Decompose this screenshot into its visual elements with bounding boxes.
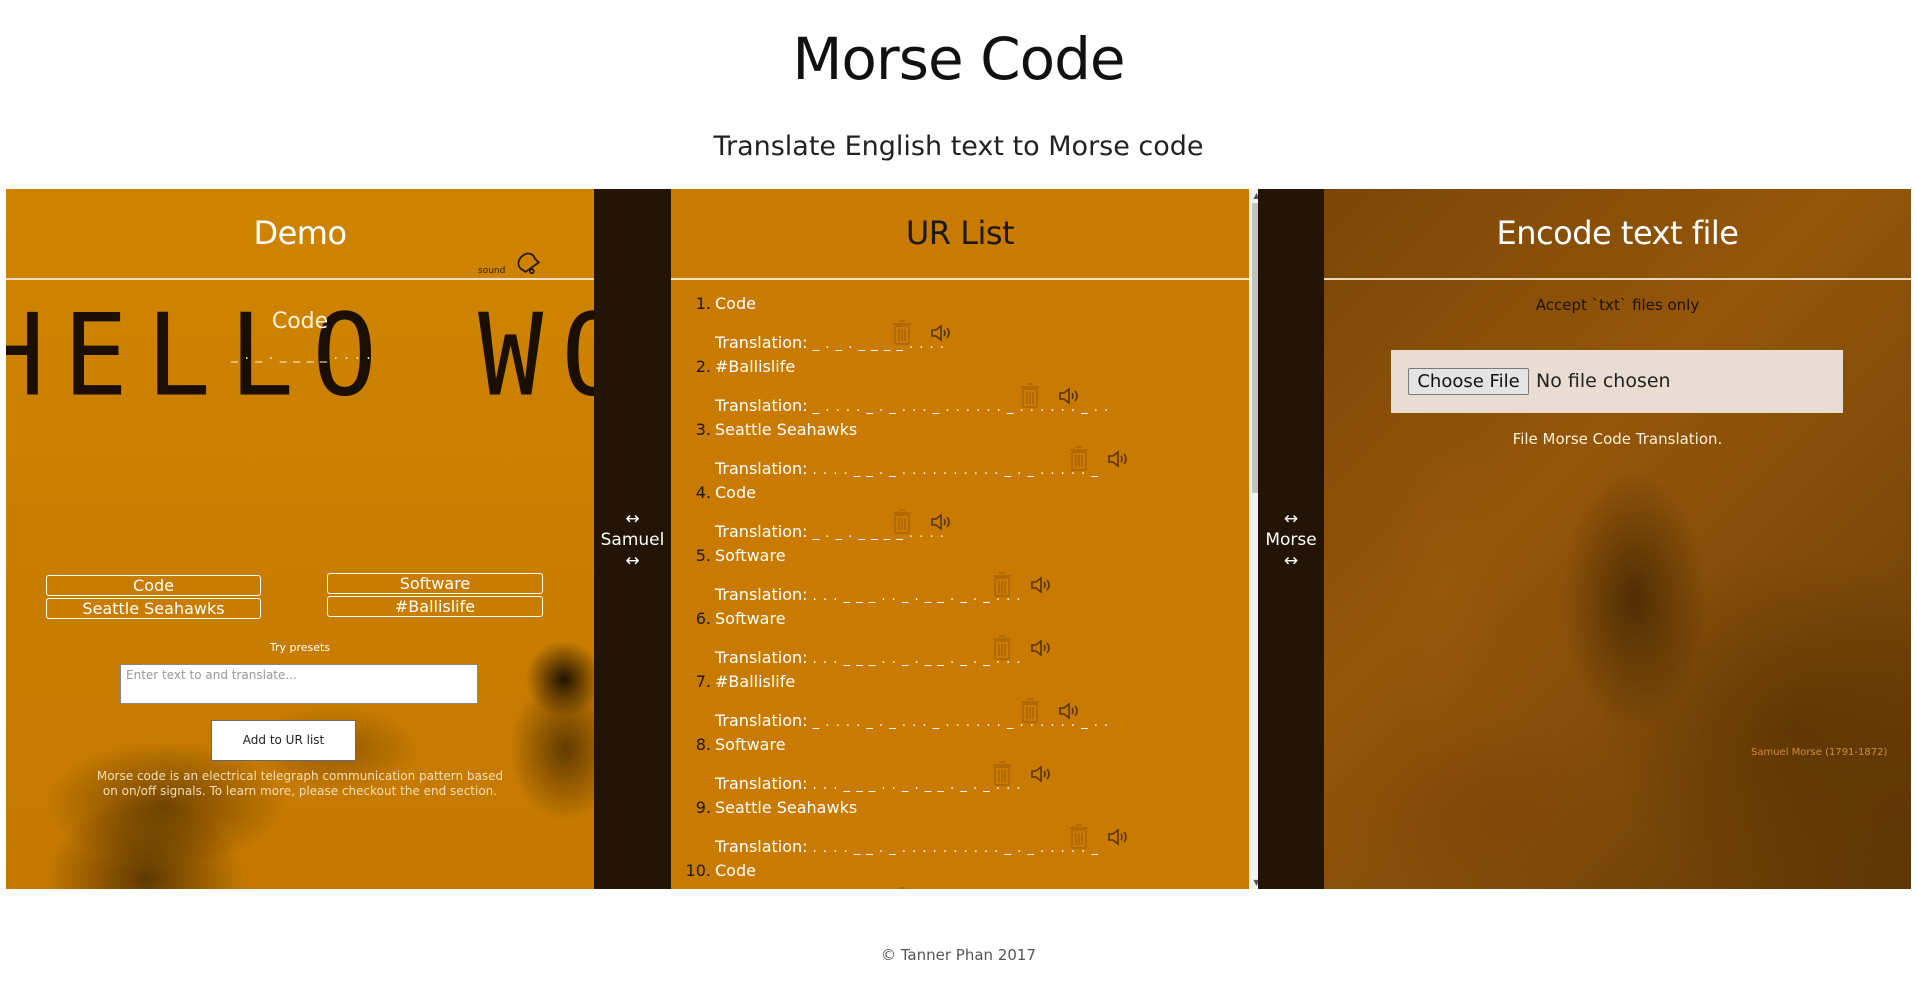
ur-item-number: 7.: [695, 672, 711, 691]
ur-list-item: 10.CodeTranslation: _ . _ . _ _ _ _ . . …: [671, 847, 1249, 889]
speaker-icon[interactable]: [1058, 701, 1082, 721]
ur-list-item: 3. Seattle Seahawks Translation: . . . . _…: [671, 406, 1249, 478]
swap-arrow-icon: ↔: [625, 551, 640, 571]
speaker-icon[interactable]: [1107, 827, 1131, 847]
ur-list-panel: UR List 1. Code Translation: _ . _ . _ _ _…: [671, 189, 1249, 889]
image-credit: Samuel Morse (1791-1872): [1751, 747, 1888, 758]
ur-list-item: 9. Seattle Seahawks Translation: . . . . _…: [671, 784, 1249, 856]
samuel-label: Samuel: [600, 530, 665, 550]
ur-item-number: 1.: [695, 294, 711, 313]
ur-list-item: 2. #Ballislife Translation: _ . . . . _ . …: [671, 343, 1249, 415]
page-subtitle: Translate English text to Morse code: [713, 131, 1204, 162]
preset-ballislife-button[interactable]: #Ballislife: [327, 596, 543, 617]
ur-item-name: Software: [715, 609, 786, 628]
preset-code-button[interactable]: Code: [46, 575, 261, 596]
demo-panel: HELLO WORLD Demo sound Code _ . _ . _ _ …: [6, 189, 594, 889]
swap-arrow-icon: ↔: [1283, 551, 1299, 571]
encode-file-panel: Encode text file Accept `txt` files only…: [1324, 189, 1911, 889]
morse-label: Morse: [1265, 530, 1317, 550]
ur-item-name: Seattle Seahawks: [715, 798, 858, 817]
speaker-icon[interactable]: [1107, 449, 1131, 469]
ur-list[interactable]: 1. Code Translation: _ . _ . _ _ _ _ . . .…: [671, 280, 1249, 889]
add-to-ur-list-button[interactable]: Add to UR list: [211, 720, 356, 761]
accept-txt-note: Accept `txt` files only: [1535, 296, 1700, 314]
try-presets-label: Try presets: [269, 641, 331, 654]
ur-item-number: 10.: [685, 861, 711, 880]
speaker-icon[interactable]: [930, 512, 954, 532]
ur-item-number: 2.: [695, 357, 711, 376]
file-translation-result: File Morse Code Translation.: [1512, 430, 1723, 448]
ur-item-number: 9.: [695, 798, 711, 817]
ur-item-number: 6.: [695, 609, 711, 628]
ur-item-name: Code: [715, 483, 756, 502]
bell-icon[interactable]: [514, 250, 542, 276]
ur-list-item: 8. Software Translation: . . . _ _ _ . . _…: [671, 721, 1249, 793]
translate-text-input[interactable]: Enter text to and translate...: [120, 664, 478, 704]
ur-item-number: 8.: [695, 735, 711, 754]
swap-arrow-icon: ↔: [625, 509, 640, 529]
morse-toggle-bar[interactable]: ↔ Morse ↔: [1258, 189, 1324, 889]
choose-file-button[interactable]: Choose File: [1408, 368, 1529, 395]
ur-item-name: Seattle Seahawks: [715, 420, 858, 439]
speaker-icon[interactable]: [1030, 575, 1054, 595]
ur-item-name: #Ballislife: [715, 357, 796, 376]
ur-item-name: Software: [715, 735, 786, 754]
page-title: Morse Code: [792, 25, 1125, 93]
ur-list-item: 1. Code Translation: _ . _ . _ _ _ _ . . .…: [671, 280, 1249, 352]
ur-item-number: 4.: [695, 483, 711, 502]
speaker-icon[interactable]: [1058, 386, 1082, 406]
panels-container: HELLO WORLD Demo sound Code _ . _ . _ _ …: [6, 189, 1911, 889]
speaker-icon[interactable]: [930, 323, 954, 343]
speaker-icon[interactable]: [1030, 764, 1054, 784]
footer-copyright: © Tanner Phan 2017: [880, 946, 1036, 964]
ur-item-name: Software: [715, 546, 786, 565]
no-file-chosen-label: No file chosen: [1536, 370, 1671, 392]
ur-item-name: #Ballislife: [715, 672, 796, 691]
file-upload-box: Choose File No file chosen: [1391, 350, 1843, 413]
sound-label: sound: [478, 266, 506, 276]
encode-title: Encode text file: [1324, 189, 1911, 280]
swap-arrow-icon: ↔: [1283, 509, 1299, 529]
ur-list-item: 7. #Ballislife Translation: _ . . . . _ . …: [671, 658, 1249, 730]
speaker-icon[interactable]: [1030, 638, 1054, 658]
samuel-toggle-bar[interactable]: ↔ Samuel ↔: [594, 189, 671, 889]
ur-item-name: Code: [715, 294, 756, 313]
ur-item-name: Code: [715, 861, 756, 880]
demo-current-morse: _ . _ . _ _ _ _ . . . .: [231, 347, 372, 363]
demo-title: Demo: [6, 189, 594, 280]
ur-list-title: UR List: [671, 189, 1249, 280]
morse-description: Morse code is an electrical telegraph co…: [96, 769, 504, 798]
ur-item-number: 5.: [695, 546, 711, 565]
ur-item-number: 3.: [695, 420, 711, 439]
demo-current-word: Code: [271, 309, 329, 334]
ur-list-item: 5. Software Translation: . . . _ _ _ . . _…: [671, 532, 1249, 604]
preset-seattle-seahawks-button[interactable]: Seattle Seahawks: [46, 598, 261, 619]
ur-list-item: 4. Code Translation: _ . _ . _ _ _ _ . . .…: [671, 469, 1249, 541]
preset-software-button[interactable]: Software: [327, 573, 543, 594]
ur-list-item: 6. Software Translation: . . . _ _ _ . . _…: [671, 595, 1249, 667]
trash-icon[interactable]: [892, 887, 912, 889]
